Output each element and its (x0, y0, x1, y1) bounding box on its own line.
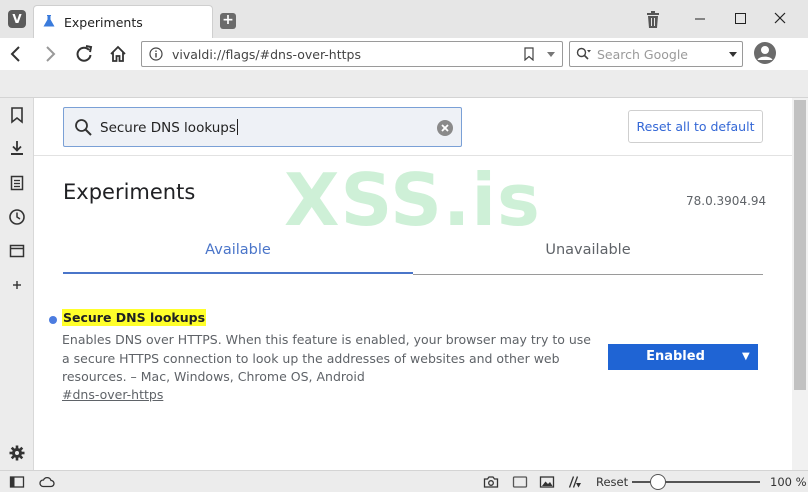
home-icon[interactable] (108, 44, 128, 64)
window-panel-icon[interactable] (8, 242, 26, 260)
sync-cloud-icon[interactable] (39, 474, 55, 490)
close-icon[interactable] (760, 6, 800, 32)
capture-camera-icon[interactable] (483, 474, 499, 490)
panel-toggle-icon[interactable] (9, 474, 25, 490)
flag-state-select[interactable]: Enabled ▼ (608, 344, 758, 370)
new-tab-button[interactable]: + (220, 13, 236, 29)
search-icon (75, 119, 92, 136)
flag-state-value: Enabled (646, 349, 705, 364)
flag-modified-indicator (49, 316, 57, 324)
tab-title: Experiments (64, 15, 143, 30)
flags-search-header: Secure DNS lookups Reset all to default (34, 98, 792, 156)
url-text[interactable]: vivaldi://flags/#dns-over-https (172, 47, 361, 62)
notes-panel-icon[interactable] (8, 174, 26, 192)
minimize-icon[interactable] (680, 6, 720, 32)
zoom-level-label: 100 % (770, 475, 807, 489)
bookmarks-panel-icon[interactable] (8, 106, 26, 124)
back-icon[interactable] (6, 44, 26, 64)
chevron-down-icon[interactable] (546, 51, 556, 58)
downloads-panel-icon[interactable] (8, 139, 26, 157)
tiling-icon[interactable] (512, 474, 528, 490)
status-bar: Reset 100 % (0, 470, 808, 492)
title-bar: V Experiments + (0, 0, 808, 38)
chevron-down-icon[interactable] (728, 51, 738, 58)
flag-permalink[interactable]: #dns-over-https (62, 387, 163, 402)
settings-gear-icon[interactable] (8, 444, 26, 462)
forward-icon[interactable] (40, 44, 60, 64)
history-panel-icon[interactable] (8, 208, 26, 226)
images-icon[interactable] (539, 474, 555, 490)
reload-icon[interactable] (74, 44, 94, 64)
flags-page: Secure DNS lookups Reset all to default … (34, 98, 792, 470)
info-icon[interactable] (149, 47, 163, 61)
tab-experiments[interactable]: Experiments (33, 5, 213, 38)
profile-icon[interactable] (753, 41, 777, 65)
search-icon[interactable] (576, 47, 592, 61)
reset-all-button[interactable]: Reset all to default (628, 110, 763, 143)
page-actions-icon[interactable] (567, 474, 583, 490)
search-engine-field[interactable]: Search Google (569, 41, 743, 67)
flask-icon (43, 15, 55, 27)
vivaldi-menu-button[interactable]: V (8, 10, 26, 28)
tab-available[interactable]: Available (63, 228, 413, 274)
page-title: Experiments (63, 180, 196, 204)
add-panel-icon[interactable] (8, 276, 26, 294)
clear-search-icon[interactable] (436, 119, 454, 137)
bookmark-icon[interactable] (523, 47, 535, 61)
zoom-slider-thumb[interactable] (650, 474, 666, 490)
navigation-bar: vivaldi://flags/#dns-over-https Search G… (0, 38, 808, 70)
bookmark-bar (0, 70, 808, 98)
side-panel (0, 98, 34, 470)
flags-search-input[interactable]: Secure DNS lookups (63, 107, 462, 147)
version-label: 78.0.3904.94 (686, 194, 767, 208)
tab-unavailable[interactable]: Unavailable (413, 228, 763, 275)
flag-description: Enables DNS over HTTPS. When this featur… (62, 332, 591, 384)
vertical-scrollbar[interactable] (792, 98, 808, 470)
chevron-down-icon: ▼ (742, 351, 750, 362)
search-placeholder: Search Google (597, 47, 688, 62)
scrollbar-thumb[interactable] (794, 100, 806, 390)
maximize-icon[interactable] (720, 6, 760, 32)
zoom-reset-button[interactable]: Reset (596, 475, 628, 489)
address-bar[interactable]: vivaldi://flags/#dns-over-https (141, 41, 563, 67)
flag-title: Secure DNS lookups (62, 309, 207, 326)
flags-search-value[interactable]: Secure DNS lookups (100, 119, 238, 136)
trash-icon[interactable] (645, 11, 661, 29)
